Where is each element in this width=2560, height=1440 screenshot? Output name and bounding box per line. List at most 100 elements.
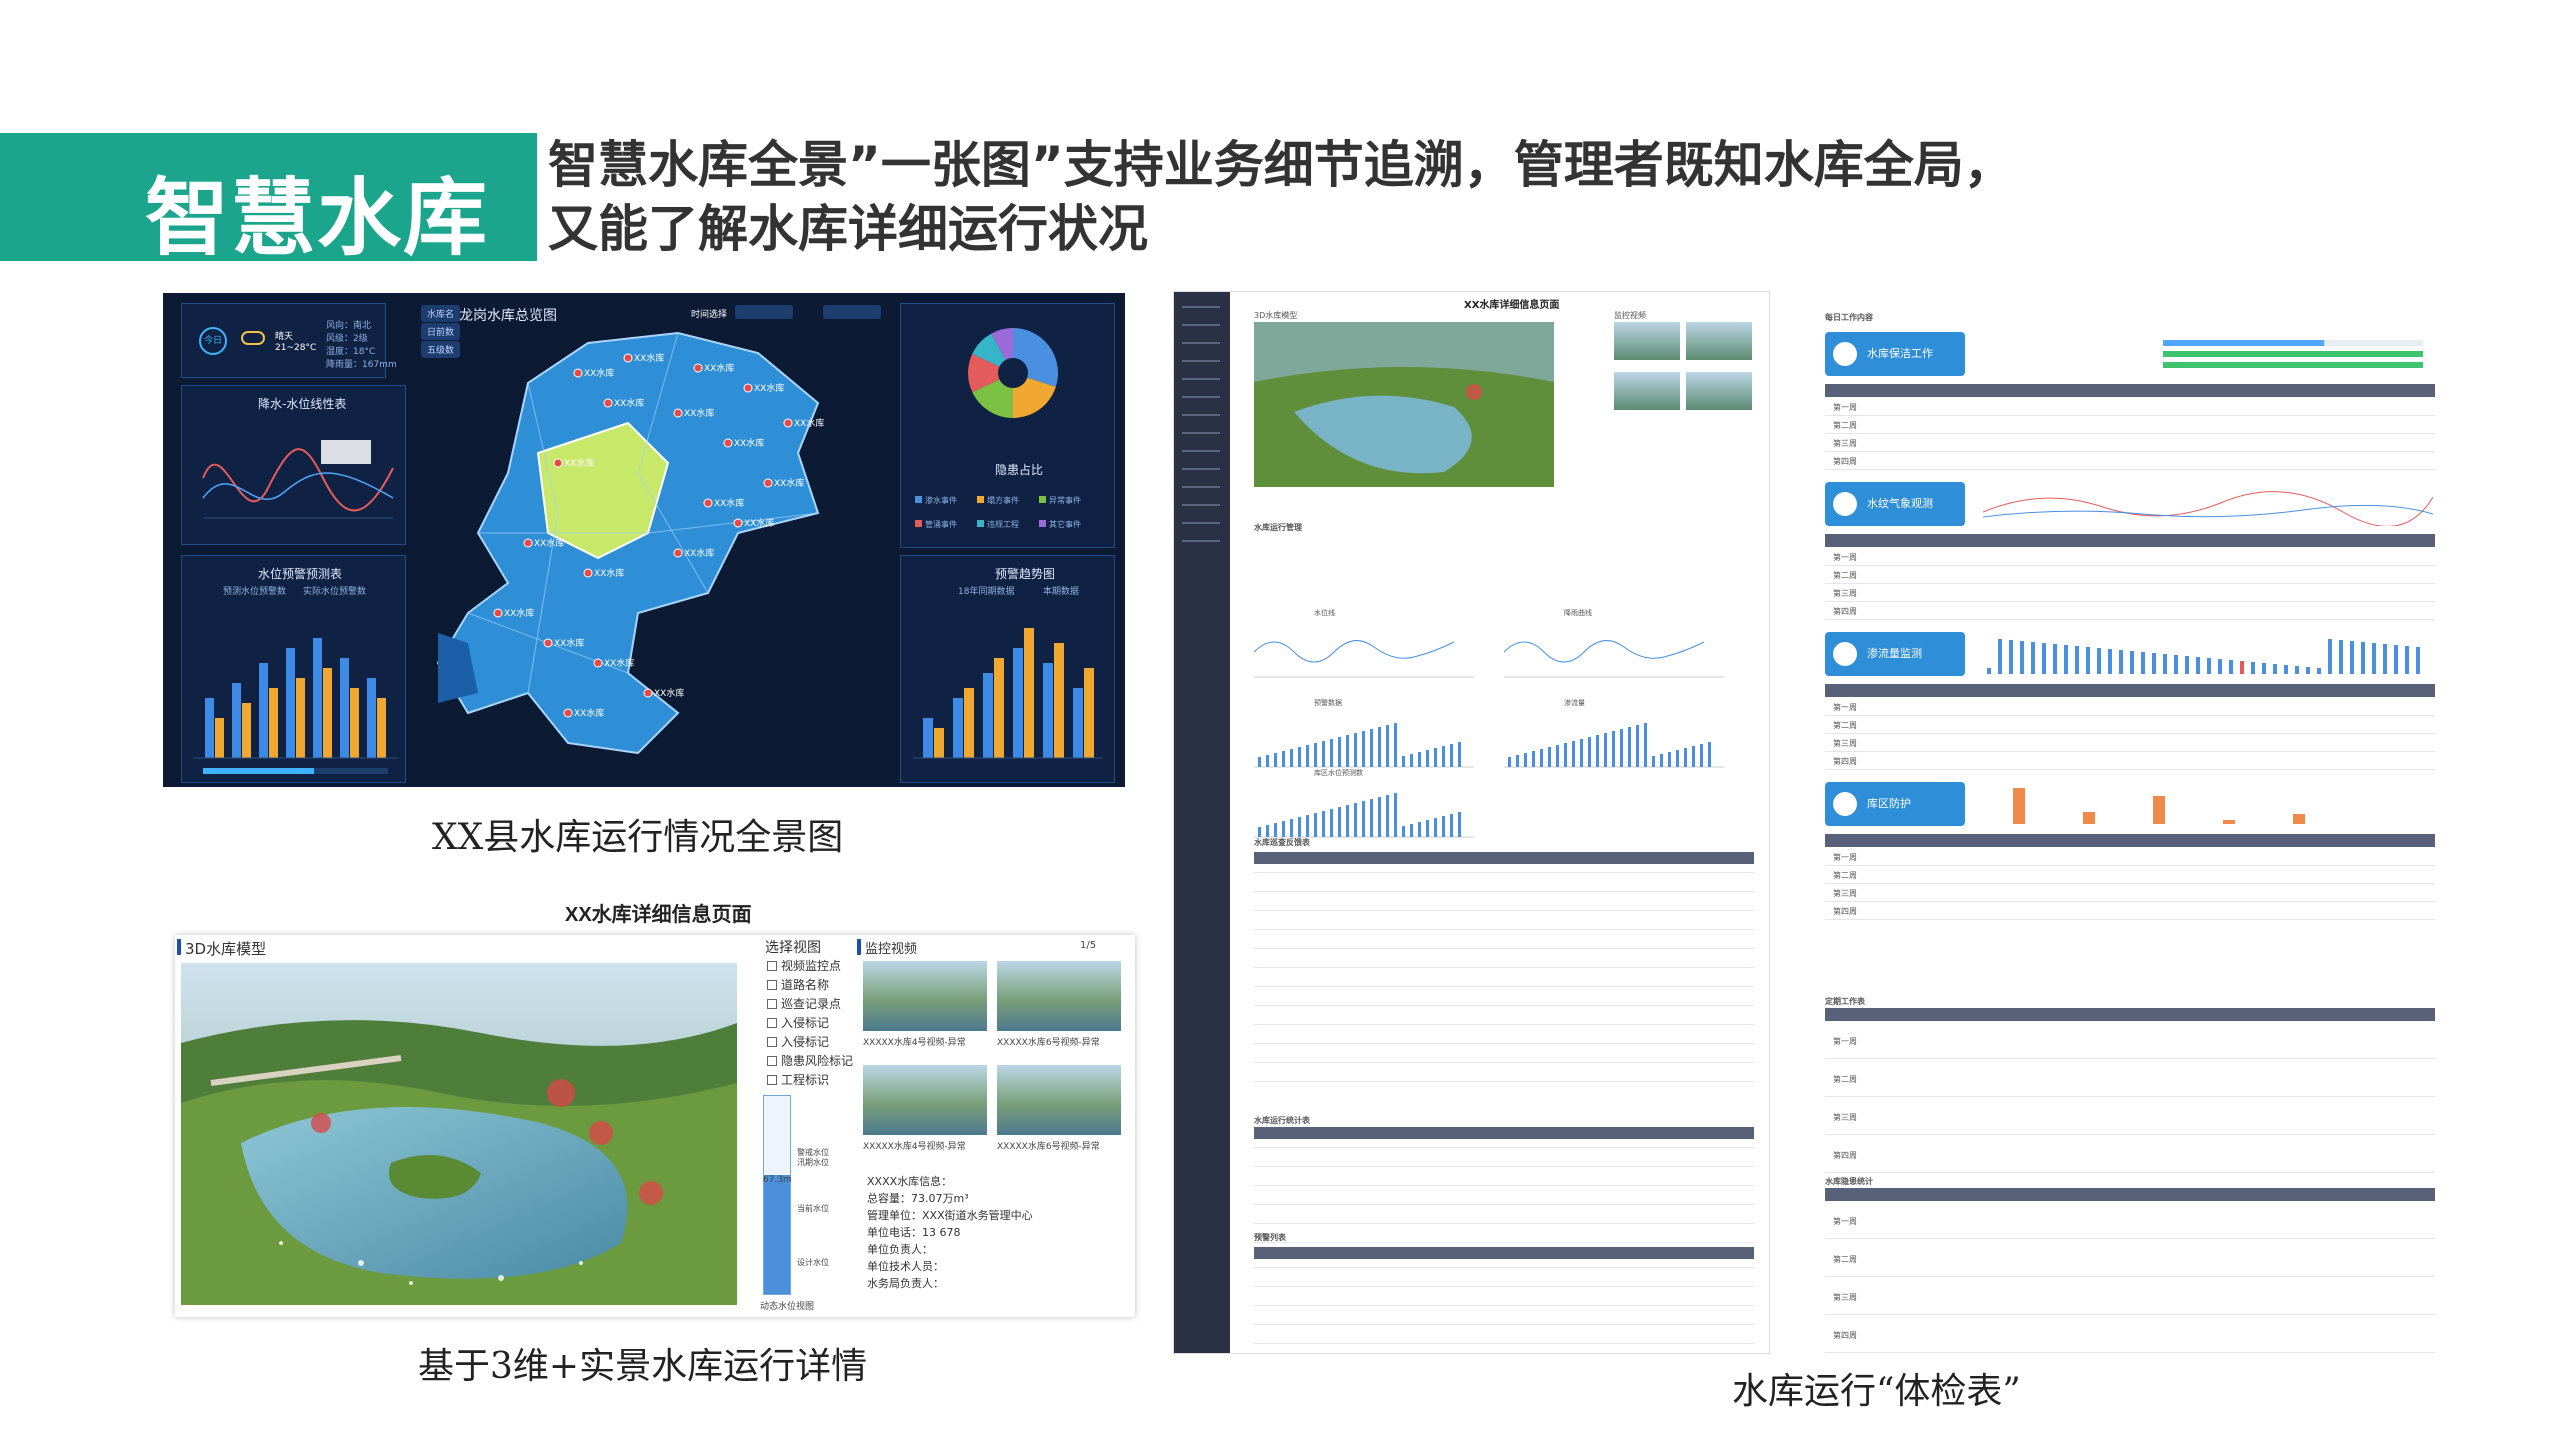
model-bar <box>177 939 181 955</box>
nav-item[interactable] <box>1182 306 1220 308</box>
svg-text:XX水库: XX水库 <box>504 607 534 619</box>
trend-bar-current <box>934 728 944 758</box>
view-option-label: 道路名称 <box>781 978 830 992</box>
reservoir-3d-model[interactable] <box>181 963 737 1305</box>
county-map[interactable]: XX水库XX水库XX水库XX水库XX水库XX水库XX水库XX水库XX水库XX水库… <box>378 313 938 783</box>
svg-text:XX水库: XX水库 <box>734 437 764 449</box>
nav-item[interactable] <box>1182 504 1220 506</box>
checkbox[interactable] <box>767 1075 777 1085</box>
rain-level-line-chart <box>202 440 394 519</box>
checkbox[interactable] <box>767 1056 777 1066</box>
svg-text:XX水库: XX水库 <box>634 352 664 364</box>
view-option[interactable]: 隐患风险标记 <box>767 1052 853 1069</box>
report-table-row <box>1254 1324 1754 1325</box>
nav-item[interactable] <box>1182 378 1220 380</box>
report-3d-thumb <box>1254 322 1554 487</box>
timeline-slider[interactable] <box>203 768 388 774</box>
nav-item[interactable] <box>1182 414 1220 416</box>
checkbox[interactable] <box>767 1018 777 1028</box>
check-row-label: 第三周 <box>1833 589 1857 598</box>
check-row-label: 第二周 <box>1833 1255 1857 1264</box>
view-option-label: 视频监控点 <box>781 959 842 973</box>
video-pager[interactable]: 1/5 <box>1080 940 1096 951</box>
view-option[interactable]: 入侵标记 <box>767 1033 829 1050</box>
nav-item[interactable] <box>1182 432 1220 434</box>
report-title: XX水库详细信息页面 <box>1464 300 1560 311</box>
water-level-fill <box>764 1175 790 1294</box>
check-row-label: 第二周 <box>1833 1075 1857 1084</box>
bar-predicted <box>286 648 295 758</box>
level-warning-title: 水位预警预测表 <box>258 567 343 581</box>
checkbox[interactable] <box>767 999 777 1009</box>
nav-item[interactable] <box>1182 486 1220 488</box>
pie-legend-item: 违规工程 <box>977 519 1039 530</box>
video-thumbnail[interactable] <box>863 961 987 1031</box>
view-option[interactable]: 巡查记录点 <box>767 995 841 1012</box>
nav-item[interactable] <box>1182 360 1220 362</box>
report-table-row <box>1254 929 1754 930</box>
report-chart-title: 降雨曲线 <box>1564 609 1592 617</box>
report-table-row <box>1254 986 1754 987</box>
check-row-label: 第二周 <box>1833 421 1857 430</box>
page-title: 智慧水库 <box>145 169 490 267</box>
checkbox[interactable] <box>767 1037 777 1047</box>
video-thumbnail[interactable] <box>997 1065 1121 1135</box>
trend-bar-current <box>1084 668 1094 758</box>
trend-bar-chart <box>913 628 1103 759</box>
nav-item[interactable] <box>1182 522 1220 524</box>
check-row-line <box>1825 883 2435 884</box>
report-video-thumb[interactable] <box>1614 372 1680 410</box>
view-option-label: 工程标识 <box>781 1073 830 1087</box>
headline: 智慧水库全景”一张图”支持业务细节追溯，管理者既知水库全局， 又能了解水库详细运… <box>548 133 2448 261</box>
svg-text:XX水库: XX水库 <box>704 362 734 374</box>
check-row-label: 第一周 <box>1833 1217 1857 1226</box>
report-video-thumb[interactable] <box>1686 322 1752 360</box>
wind-level: 风级：2级 <box>326 334 368 344</box>
nav-item[interactable] <box>1182 540 1220 542</box>
hazard-pie-title: 隐患占比 <box>995 463 1044 477</box>
report-chart-title: 库区水位预测数 <box>1314 769 1363 777</box>
trend-legend-1: 18年同期数据 <box>958 587 1015 597</box>
info-line: XXXX水库信息： <box>867 1175 953 1188</box>
report-video-thumb[interactable] <box>1614 322 1680 360</box>
report-model-title: 3D水库模型 <box>1254 311 1298 320</box>
check-row-line <box>1825 433 2435 434</box>
view-option[interactable]: 视频监控点 <box>767 957 841 974</box>
view-option[interactable]: 入侵标记 <box>767 1014 829 1031</box>
video-thumbnail[interactable] <box>863 1065 987 1135</box>
check-row-label: 第四周 <box>1833 457 1857 466</box>
report-table-row <box>1254 910 1754 911</box>
check-row-label: 第一周 <box>1833 703 1857 712</box>
bar-actual <box>296 678 305 758</box>
report-chart-title: 渗流量 <box>1564 699 1585 707</box>
video-caption: XXXXX水库4号视频-异常 <box>863 1142 966 1152</box>
check-row-line <box>1825 469 2435 470</box>
report-table-header <box>1254 852 1754 864</box>
report-video-thumb[interactable] <box>1686 372 1752 410</box>
nav-item[interactable] <box>1182 342 1220 344</box>
legend-swatch <box>915 496 922 503</box>
checkbox[interactable] <box>767 961 777 971</box>
report-table-row <box>1254 1185 1754 1186</box>
trend-bar-current <box>1054 643 1064 758</box>
view-option[interactable]: 工程标识 <box>767 1071 829 1088</box>
bar-actual <box>242 703 251 758</box>
view-option[interactable]: 道路名称 <box>767 976 829 993</box>
daily-title: 每日工作内容 <box>1825 313 1873 322</box>
nav-item[interactable] <box>1182 450 1220 452</box>
section-icon <box>1833 342 1857 366</box>
legend-swatch <box>1039 496 1046 503</box>
check-row-line <box>1825 733 2435 734</box>
check-row-line <box>1825 1276 2435 1277</box>
detail-caption: 基于3维+实景水库运行详情 <box>418 1346 868 1387</box>
nav-item[interactable] <box>1182 396 1220 398</box>
nav-item[interactable] <box>1182 468 1220 470</box>
trend-bar-last-year <box>923 718 933 758</box>
bar-legend-2: 实际水位预警数 <box>303 587 367 597</box>
section-icon <box>1833 792 1857 816</box>
checkbox[interactable] <box>767 980 777 990</box>
video-thumbnail[interactable] <box>997 961 1121 1031</box>
rain-level-chart-title: 降水-水位线性表 <box>258 397 347 411</box>
report-table-row <box>1254 1043 1754 1044</box>
nav-item[interactable] <box>1182 324 1220 326</box>
